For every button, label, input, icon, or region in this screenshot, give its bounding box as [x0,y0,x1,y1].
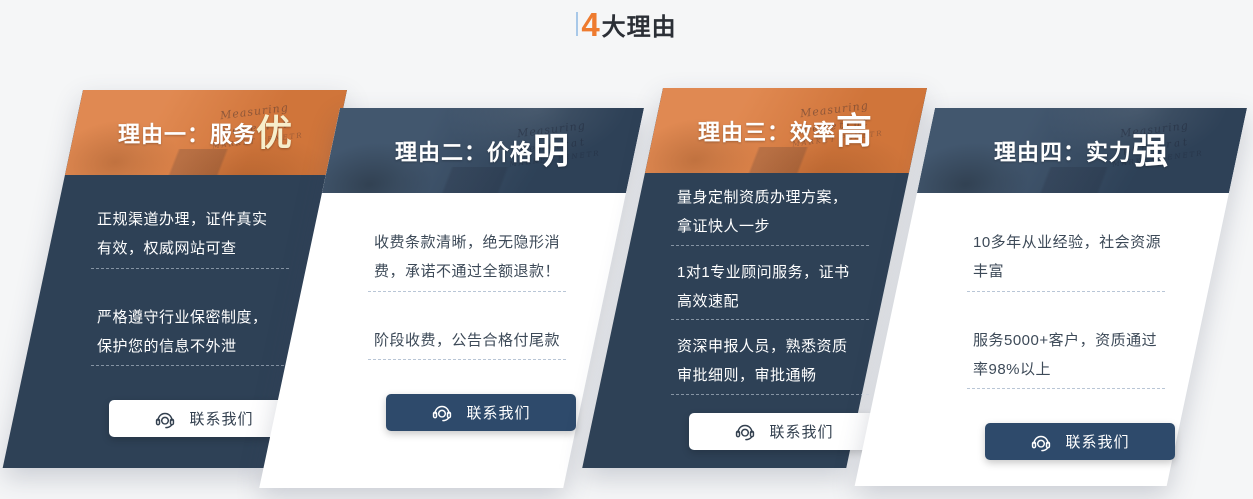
card-2-content: 理由二：价格明 收费条款清晰，绝无隐形消 费，承诺不通过全额退款！ 阶段收费，公… [328,108,558,488]
card-1-item-2: 严格遵守行业保密制度， 保护您的信息不外泄 [97,303,287,362]
dashed-divider [91,365,289,366]
dashed-divider [368,291,566,292]
card-4-title: 理由四：实力强 [966,108,1196,193]
contact-us-button-2[interactable]: 联系我们 [386,394,576,431]
reason-card-4: Measuring penetrat MARKET PENETR 理由四：实力强… [935,108,1247,486]
card-4-item-2: 服务5000+客户，资质通过 率98%以上 [973,326,1163,385]
dashed-divider [91,268,289,269]
card-1-title: 理由一：服务优 [90,90,320,175]
dashed-divider [671,394,869,395]
card-4-body: 10多年从业经验，社会资源 丰富 服务5000+客户，资质通过 率98%以上 联… [927,193,1157,460]
card-3-body: 量身定制资质办理方案， 拿证快人一步 1对1专业顾问服务，证书 高效速配 资深申… [631,173,861,450]
headset-icon [734,420,756,442]
dashed-divider [967,291,1165,292]
card-2-item-2: 阶段收费，公告合格付尾款 [374,326,564,355]
contact-us-label: 联系我们 [466,402,530,423]
contact-us-label: 联系我们 [769,421,833,442]
title-number: 4 [581,8,599,41]
headset-icon [154,408,176,430]
card-1-content: 理由一：服务优 正规渠道办理，证件真实 有效，权威网站可查 严格遵守行业保密制度… [51,90,281,468]
headset-icon [431,401,453,423]
card-1-item-1: 正规渠道办理，证件真实 有效，权威网站可查 [97,205,287,264]
headset-icon [1030,431,1052,453]
title-text: 大理由 [602,7,677,42]
card-2-body: 收费条款清晰，绝无隐形消 费，承诺不通过全额退款！ 阶段收费，公告合格付尾款 联… [328,193,558,431]
title-cursor-line [576,12,578,36]
card-3-content: 理由三：效率高 量身定制资质办理方案， 拿证快人一步 1对1专业顾问服务，证书 … [631,88,861,468]
dashed-divider [671,319,869,320]
dashed-divider [368,359,566,360]
contact-us-button-4[interactable]: 联系我们 [985,423,1175,460]
card-3-title: 理由三：效率高 [670,88,900,173]
card-1-body: 正规渠道办理，证件真实 有效，权威网站可查 严格遵守行业保密制度， 保护您的信息… [51,175,281,437]
contact-us-button-3[interactable]: 联系我们 [689,413,879,450]
card-3-item-3: 资深申报人员，熟悉资质 审批细则，审批通畅 [677,332,867,391]
card-3-item-1: 量身定制资质办理方案， 拿证快人一步 [677,183,867,242]
card-4-content: 理由四：实力强 10多年从业经验，社会资源 丰富 服务5000+客户，资质通过 … [927,108,1157,486]
card-2-title: 理由二：价格明 [367,108,597,193]
contact-us-label: 联系我们 [189,408,253,429]
contact-us-label: 联系我们 [1065,431,1129,452]
card-4-item-1: 10多年从业经验，社会资源 丰富 [973,228,1163,287]
card-3-item-2: 1对1专业顾问服务，证书 高效速配 [677,258,867,317]
dashed-divider [967,388,1165,389]
section-title: 4 大理由 [0,0,1253,48]
card-2-item-1: 收费条款清晰，绝无隐形消 费，承诺不通过全额退款！ [374,228,564,287]
dashed-divider [671,245,869,246]
